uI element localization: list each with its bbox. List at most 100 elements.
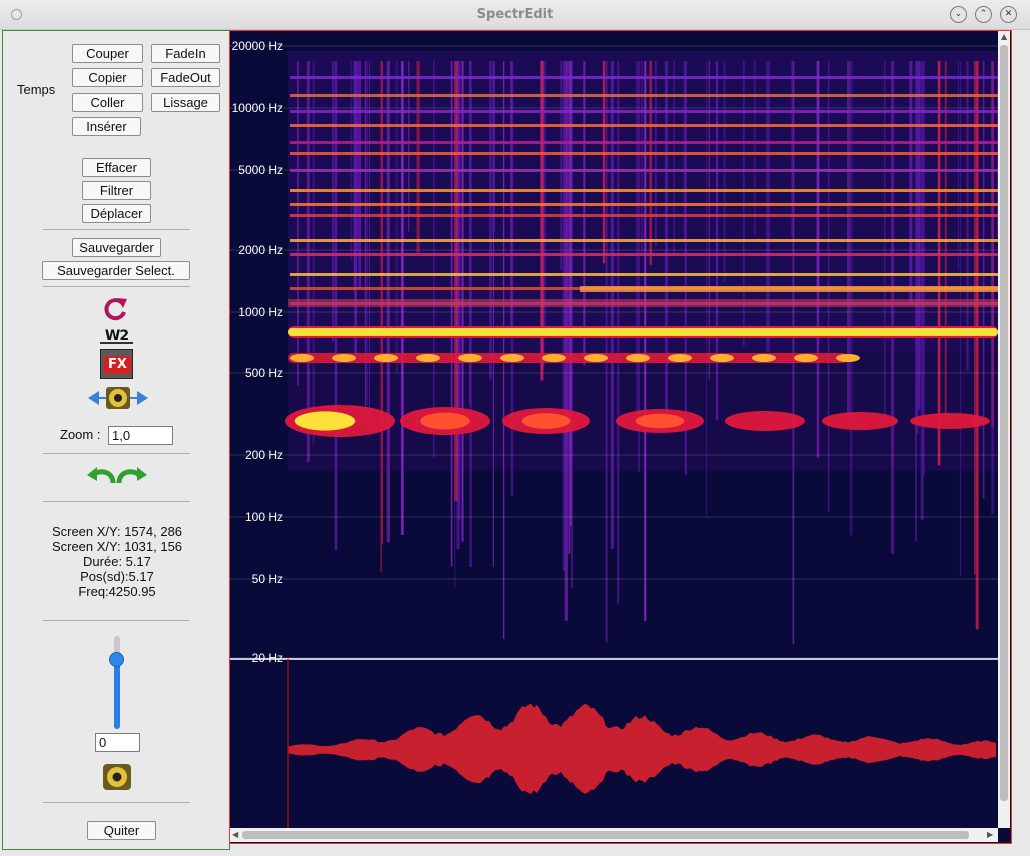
- partial-blob: [752, 354, 776, 362]
- app-window: SpectrEdit ⌄ ⌃ ✕ Temps Couper FadeIn Cop…: [0, 0, 1030, 856]
- freq-tick-label: 500 Hz: [245, 366, 283, 380]
- transient-line: [957, 61, 959, 270]
- move-button[interactable]: Déplacer: [82, 204, 151, 223]
- position-readout: Pos(sd):5.17: [80, 569, 154, 584]
- harmonic-line: [290, 253, 998, 256]
- zoom-input[interactable]: 1,0: [108, 426, 173, 445]
- spectrogram-view[interactable]: 20000 Hz 10000 Hz 5000 Hz 2000 Hz 1000 Hz 500…: [229, 30, 1012, 844]
- insert-button[interactable]: Insérer: [72, 117, 141, 136]
- cut-button[interactable]: Couper: [72, 44, 143, 63]
- zoom-label: Zoom :: [60, 427, 101, 442]
- freq-tick-label: 1000 Hz: [238, 305, 283, 319]
- fundamental-blob-core: [521, 413, 571, 429]
- vertical-scrollbar-thumb[interactable]: [1000, 45, 1008, 801]
- partial-blob: [668, 354, 692, 362]
- scroll-left-icon[interactable]: ◀: [232, 830, 238, 839]
- w2-icon[interactable]: W2: [100, 328, 133, 344]
- transient-line: [562, 61, 566, 571]
- maximize-icon[interactable]: ⌃: [975, 6, 992, 23]
- minimize-icon[interactable]: ⌄: [950, 6, 967, 23]
- transient-line: [433, 61, 435, 458]
- transient-line: [673, 61, 675, 254]
- title-bar: SpectrEdit ⌄ ⌃ ✕: [0, 0, 1030, 30]
- screen-coords-2: Screen X/Y: 1031, 156: [51, 539, 183, 554]
- transient-line: [754, 61, 756, 235]
- transient-line: [364, 61, 367, 426]
- horizontal-scrollbar-thumb[interactable]: [242, 831, 969, 839]
- harmonic-line: [290, 94, 998, 97]
- transient-line: [791, 61, 793, 237]
- horizontal-scrollbar[interactable]: ◀ ▶: [230, 828, 998, 842]
- erase-button[interactable]: Effacer: [82, 158, 151, 177]
- transient-line: [312, 61, 315, 445]
- transient-line: [847, 61, 850, 416]
- harmonic-line: [290, 273, 998, 276]
- close-icon[interactable]: ✕: [1000, 6, 1017, 23]
- partial-blob: [290, 354, 314, 362]
- transient-line: [909, 61, 913, 303]
- fundamental-blob: [725, 411, 805, 431]
- partial-blob: [794, 354, 818, 362]
- freq-tick-label: 20000 Hz: [232, 39, 283, 53]
- harmonic-line: [290, 239, 998, 242]
- undo-redo-icon[interactable]: [85, 463, 149, 489]
- screen-coords-1: Screen X/Y: 1574, 286: [51, 524, 183, 539]
- save-button[interactable]: Sauvegarder: [72, 238, 161, 257]
- fundamental-blob-core: [420, 412, 470, 430]
- fx-label: FX: [104, 356, 131, 374]
- refresh-icon[interactable]: [100, 295, 130, 323]
- volume-input[interactable]: 0: [95, 733, 140, 752]
- transient-line: [450, 61, 453, 567]
- partial-blob: [836, 354, 860, 362]
- transient-line: [602, 61, 606, 264]
- transient-line: [416, 61, 420, 253]
- freq-tick-label: 100 Hz: [245, 510, 283, 524]
- transient-line: [560, 61, 562, 270]
- vertical-scrollbar[interactable]: ▲: [998, 31, 1010, 828]
- control-panel: Temps Couper FadeIn Copier FadeOut Colle…: [2, 30, 230, 850]
- spectrogram-canvas[interactable]: 20000 Hz 10000 Hz 5000 Hz 2000 Hz 1000 Hz 500…: [230, 31, 1012, 844]
- harmonic-line: [580, 286, 998, 292]
- transient-line: [890, 61, 895, 554]
- harmonic-line: [290, 214, 998, 217]
- fx-icon[interactable]: FX: [100, 349, 133, 379]
- freq-tick-label: 200 Hz: [245, 448, 283, 462]
- smooth-button[interactable]: Lissage: [151, 93, 220, 112]
- harmonic-line: [290, 124, 998, 127]
- scroll-up-icon[interactable]: ▲: [1001, 32, 1007, 41]
- speaker-icon[interactable]: [102, 763, 132, 791]
- window-title: SpectrEdit: [476, 7, 554, 22]
- paste-button[interactable]: Coller: [72, 93, 143, 112]
- transient-line: [354, 61, 357, 363]
- partial-blob: [500, 354, 524, 362]
- transient-line: [306, 61, 310, 462]
- transient-line: [959, 61, 962, 577]
- fadeout-button[interactable]: FadeOut: [151, 68, 220, 87]
- harmonic-line: [290, 169, 998, 172]
- harmonic-line: [290, 189, 998, 192]
- fundamental-blob: [910, 413, 990, 429]
- transient-line: [649, 61, 652, 265]
- transient-line: [792, 61, 795, 645]
- freq-tick-label: 10000 Hz: [232, 101, 283, 115]
- transient-line: [937, 61, 941, 466]
- scroll-right-icon[interactable]: ▶: [987, 830, 993, 839]
- freq-tick-label: 20 Hz: [252, 651, 283, 665]
- partial-blob: [710, 354, 734, 362]
- filter-button[interactable]: Filtrer: [82, 181, 151, 200]
- partial-blob: [332, 354, 356, 362]
- speaker-range-icon[interactable]: [87, 385, 149, 411]
- divider: [43, 453, 190, 454]
- transient-line: [944, 61, 947, 425]
- divider: [43, 802, 190, 803]
- fadein-button[interactable]: FadeIn: [151, 44, 220, 63]
- copy-button[interactable]: Copier: [72, 68, 143, 87]
- transient-line: [766, 61, 770, 352]
- harmonic-line: [290, 152, 998, 155]
- quit-button[interactable]: Quiter: [87, 821, 156, 840]
- harmonic-line: [290, 76, 998, 79]
- volume-slider-handle[interactable]: [109, 652, 124, 668]
- save-selection-button[interactable]: Sauvegarder Select.: [42, 261, 190, 280]
- partial-blob: [542, 354, 566, 362]
- transient-line: [849, 61, 853, 536]
